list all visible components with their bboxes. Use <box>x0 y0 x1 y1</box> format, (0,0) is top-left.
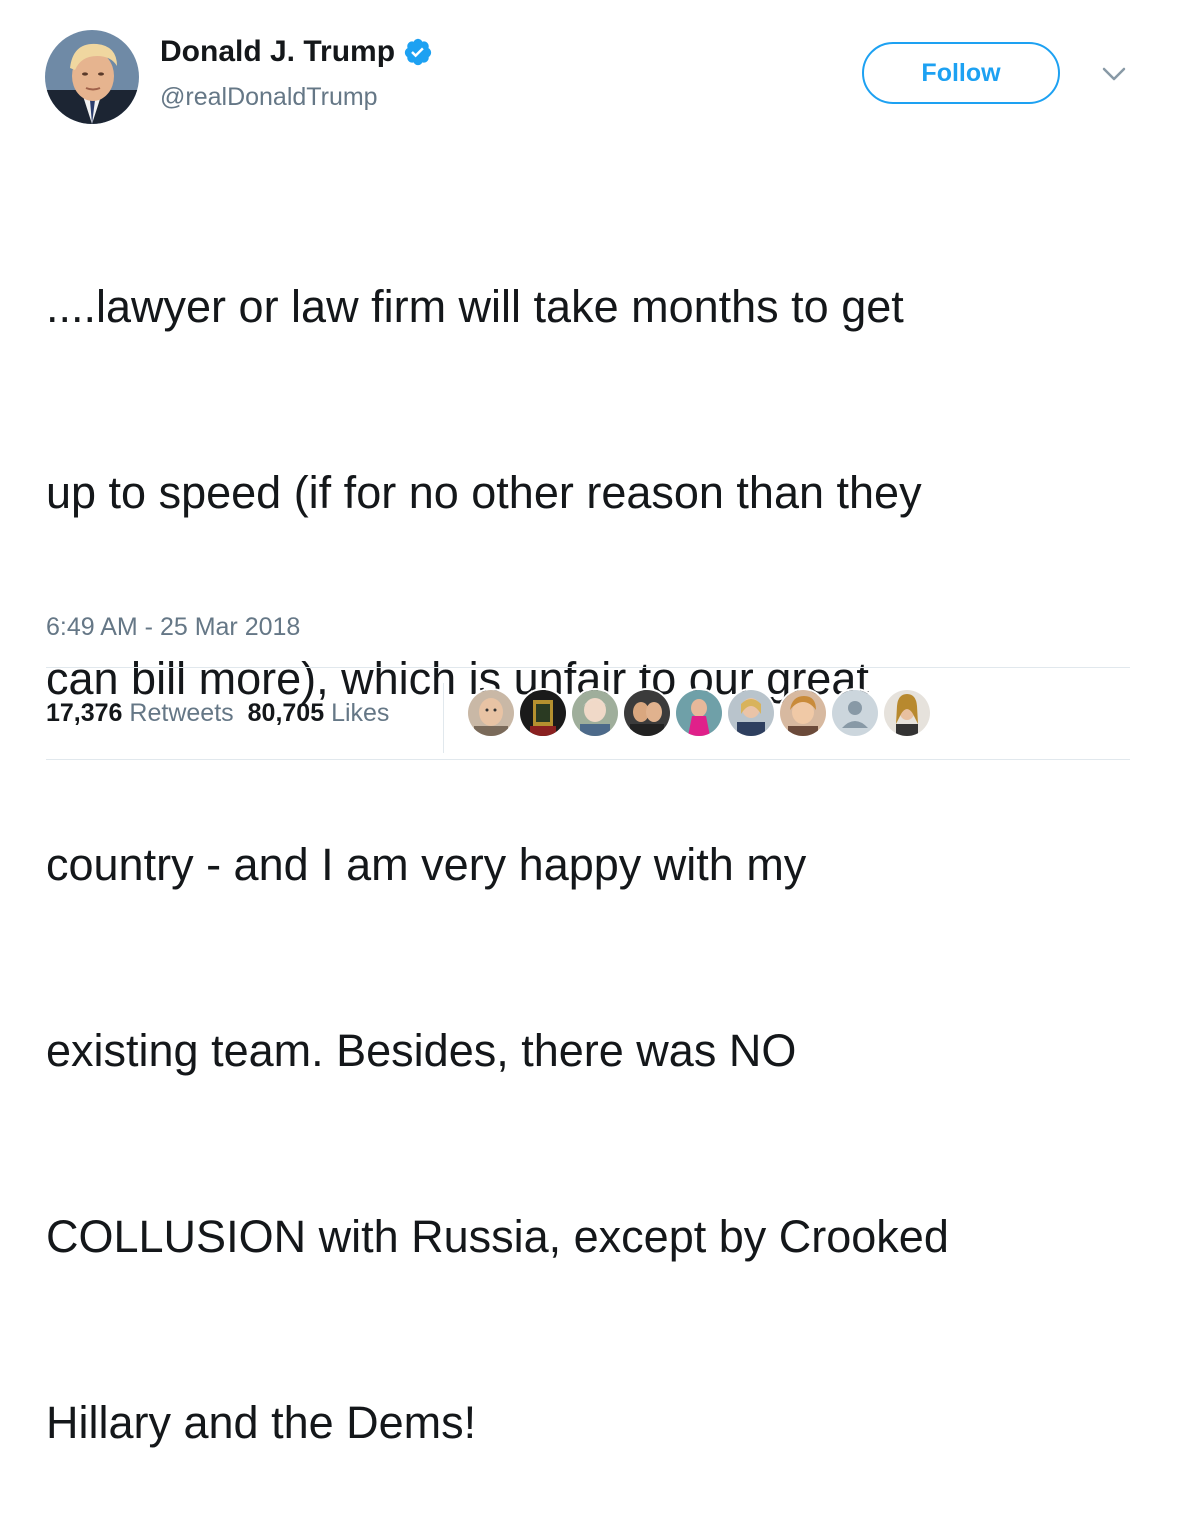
likes-label: Likes <box>331 699 390 727</box>
liker-avatar[interactable] <box>466 688 516 738</box>
liker-avatar[interactable] <box>570 688 620 738</box>
likes-count: 80,705 <box>247 699 325 727</box>
liker-avatars <box>466 688 932 738</box>
liker-avatar[interactable] <box>726 688 776 738</box>
tweet-stats: 17,376 Retweets 80,705 Likes <box>46 696 389 730</box>
tweet-text-line: existing team. Besides, there was NO <box>46 1025 797 1076</box>
tweet-text-line: country - and I am very happy with my <box>46 839 807 890</box>
divider <box>46 667 1130 668</box>
tweet-text-line: Hillary and the Dems! <box>46 1397 477 1448</box>
avatar-image <box>45 30 139 124</box>
retweets-stat[interactable]: 17,376 Retweets <box>46 696 234 730</box>
liker-avatar[interactable] <box>518 688 568 738</box>
liker-avatar[interactable] <box>674 688 724 738</box>
stats-separator <box>443 683 444 753</box>
likes-stat[interactable]: 80,705 Likes <box>248 696 390 730</box>
display-name-text: Donald J. Trump <box>160 35 396 68</box>
chevron-down-icon[interactable] <box>1101 64 1127 84</box>
retweets-label: Retweets <box>129 699 234 727</box>
divider <box>46 759 1130 760</box>
tweet-text: ....lawyer or law firm will take months … <box>46 152 1156 1516</box>
verified-badge-icon <box>403 37 433 67</box>
tweet-text-line: up to speed (if for no other reason than… <box>46 467 922 518</box>
tweet-text-line: COLLUSION with Russia, except by Crooked <box>46 1211 949 1262</box>
retweets-count: 17,376 <box>46 699 123 727</box>
author-handle[interactable]: @realDonaldTrump <box>160 81 378 113</box>
liker-avatar[interactable] <box>882 688 932 738</box>
liker-avatar[interactable] <box>622 688 672 738</box>
liker-avatar[interactable] <box>778 688 828 738</box>
tweet-text-line: ....lawyer or law firm will take months … <box>46 281 904 332</box>
author-display-name[interactable]: Donald J. Trump <box>160 32 433 72</box>
liker-avatar[interactable] <box>830 688 880 738</box>
tweet-timestamp[interactable]: 6:49 AM - 25 Mar 2018 <box>46 610 300 644</box>
follow-button[interactable]: Follow <box>862 42 1060 104</box>
author-avatar[interactable] <box>45 30 139 124</box>
